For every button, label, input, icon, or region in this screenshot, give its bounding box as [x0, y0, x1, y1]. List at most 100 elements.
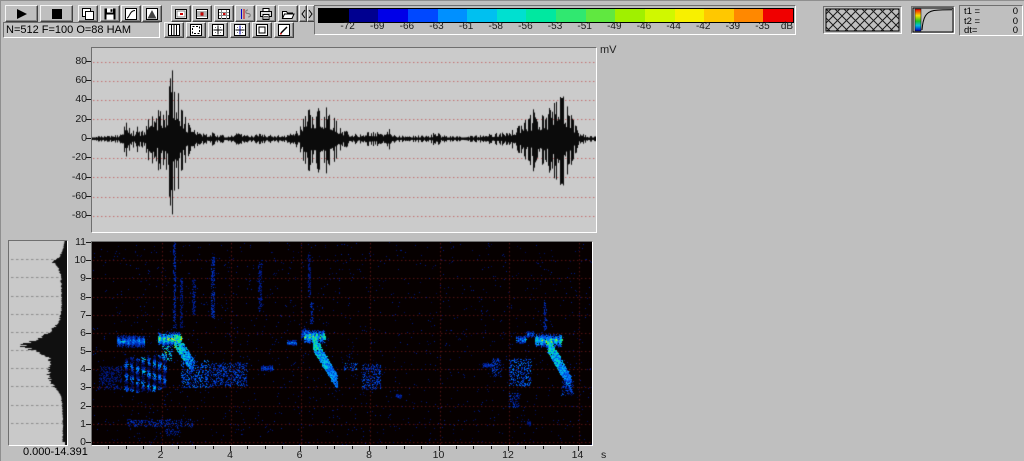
grid-plus-blue-icon [233, 24, 247, 36]
spectrogram-t-tick [525, 446, 526, 449]
spectrogram-f-tick [86, 315, 91, 316]
waveform-y-tick [86, 119, 91, 120]
spectrogram-t-tick [178, 446, 179, 449]
spectrogram-t-tick [473, 446, 474, 449]
spectrogram-canvas[interactable] [92, 242, 592, 445]
view-signal-icon [238, 8, 252, 20]
view-grid-button[interactable] [214, 5, 234, 22]
spectrogram-t-tick [282, 446, 283, 449]
spectrogram-plot[interactable] [91, 241, 593, 446]
dt-value: 0 [1012, 25, 1018, 37]
scroll-left-button[interactable] [299, 5, 307, 22]
fft-params-field[interactable]: N=512 F=100 O=88 HAM [3, 22, 160, 38]
colormap-transfer-panel[interactable] [911, 6, 955, 34]
spectrogram-t-tick [560, 446, 561, 449]
spectrogram-t-tick [126, 446, 127, 449]
spectrogram-f-tick [86, 387, 91, 388]
colorbar-tick-label: -69 [370, 21, 385, 32]
colorbar-tick-label: -61 [458, 21, 474, 32]
spectrogram-f-tick-label: 10 [74, 254, 86, 267]
inner-frame-icon [255, 24, 269, 36]
spectrogram-t-tick [543, 446, 544, 449]
waveform-y-tick-label: 80 [75, 54, 87, 67]
view-dashed-frame-button[interactable] [186, 22, 206, 38]
spectrogram-t-tick [352, 446, 353, 449]
spectrogram-t-tick [421, 446, 422, 449]
colorbar-tick-label: -66 [399, 21, 415, 32]
colorbar-tick-label: -51 [577, 21, 592, 32]
crosshatch-texture-icon [824, 7, 901, 33]
waveform-y-tick [86, 61, 91, 62]
average-spectrum-plot[interactable] [8, 240, 68, 446]
spectrogram-t-tick [213, 446, 214, 449]
spectrogram-f-tick [86, 351, 91, 352]
spectrogram-t-tick [404, 446, 405, 449]
spectrogram-f-tick-label: 3 [80, 381, 86, 394]
spectrogram-f-tick-label: 2 [80, 399, 86, 412]
colorbar-tick-label: -35 [755, 21, 770, 32]
colorbar-tick-label: -56 [518, 21, 533, 32]
colorbar-tick-label: -39 [725, 21, 741, 32]
spectrogram-t-tick [143, 446, 144, 449]
waveform-y-tick-label: -60 [71, 189, 87, 202]
texture-preview-panel[interactable] [823, 6, 902, 34]
waveform-unit-label: mV [600, 44, 617, 56]
spectrogram-t-tick-label: 12 [502, 449, 514, 461]
waveform-y-tick-label: -20 [71, 151, 87, 164]
filter-curve-button[interactable] [121, 5, 141, 22]
spectrogram-f-tick-label: 7 [80, 308, 86, 321]
average-spectrum-canvas[interactable] [9, 241, 67, 445]
open-button[interactable] [278, 5, 298, 22]
view-waterfall-button[interactable] [192, 5, 212, 22]
view-waterfall-icon [195, 8, 209, 20]
spectrogram-t-tick-label: 4 [227, 449, 233, 461]
spectrogram-t-tick [265, 446, 266, 449]
view-frame-icon [174, 8, 188, 20]
stop-button[interactable] [40, 5, 73, 22]
spectrogram-f-tick [86, 242, 91, 243]
copy-button[interactable] [78, 5, 98, 22]
view-frame-button[interactable] [171, 5, 191, 22]
save-button[interactable] [100, 5, 120, 22]
waveform-y-tick-label: -80 [71, 209, 87, 222]
copy-icon [81, 7, 95, 20]
dt-row: dt= 0 [964, 26, 1018, 36]
spectrogram-f-tick [86, 442, 91, 443]
spectrogram-f-tick-label: 9 [80, 272, 86, 285]
colorbar-unit-label: dB [780, 21, 794, 32]
print-icon [259, 7, 273, 20]
spectrogram-f-tick [86, 369, 91, 370]
view-columns-button[interactable] [164, 22, 184, 38]
view-signal-button[interactable] [235, 5, 255, 22]
spectrogram-t-tick [386, 446, 387, 449]
waveform-y-tick [86, 177, 91, 178]
view-inner-frame-button[interactable] [252, 22, 272, 38]
spectrogram-t-tick [491, 446, 492, 449]
colorbar-tick-label: -63 [429, 21, 444, 32]
spectrogram-f-tick-label: 6 [80, 326, 86, 339]
spectrogram-app-window: N=512 F=100 O=88 HAM dB -72 -69 -66 -63 -61 -… [0, 0, 1024, 461]
spectrogram-f-tick-label: 4 [80, 363, 86, 376]
waveform-plot[interactable] [91, 47, 597, 233]
play-button[interactable] [5, 5, 38, 22]
spectrogram-f-tick [86, 424, 91, 425]
envelope-icon [145, 7, 159, 20]
dashed-frame-icon [189, 24, 203, 36]
open-folder-icon [281, 8, 295, 20]
envelope-button[interactable] [142, 5, 162, 22]
save-icon [103, 8, 117, 20]
colorbar-tick-label: -72 [340, 21, 355, 32]
spectrogram-f-tick [86, 333, 91, 334]
spectrogram-t-tick-label: 14 [571, 449, 584, 461]
colorbar-tick-label: -49 [607, 21, 622, 32]
waveform-canvas[interactable] [92, 48, 596, 232]
spectrogram-f-tick [86, 297, 91, 298]
colorbar-tick-label: -58 [488, 21, 503, 32]
print-button[interactable] [256, 5, 276, 22]
edit-button[interactable] [274, 22, 294, 38]
view-grid-plus-button[interactable] [208, 22, 228, 38]
spectrogram-t-tick [195, 446, 196, 449]
spectrogram-t-tick-label: 6 [296, 449, 303, 461]
view-grid-plus-alt-button[interactable] [230, 22, 250, 38]
spectrogram-t-tick [317, 446, 318, 449]
